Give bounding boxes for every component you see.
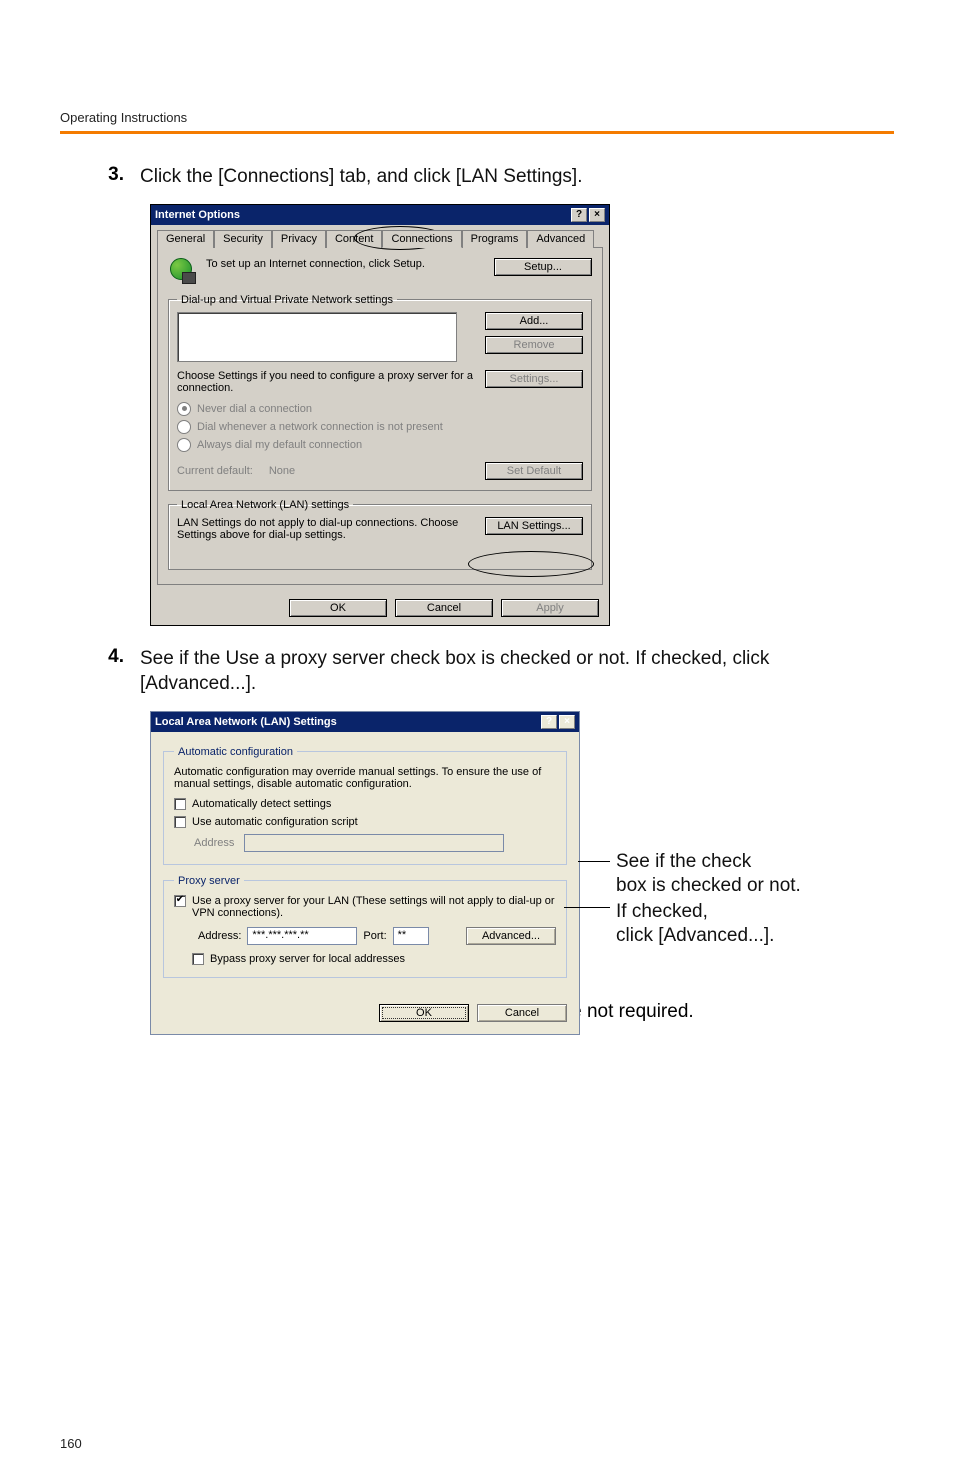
cb-bypass-row[interactable]: Bypass proxy server for local addresses [174, 953, 556, 965]
radio-whenever-row[interactable]: Dial whenever a network connection is no… [177, 420, 583, 434]
ok-button[interactable]: OK [289, 599, 387, 617]
dialup-vpn-group: Dial-up and Virtual Private Network sett… [168, 294, 592, 491]
internet-options-dialog: Internet Options ? × General Security Pr… [150, 204, 610, 626]
radio-icon [177, 438, 191, 452]
page-number: 160 [60, 1436, 82, 1451]
proxy-port-label: Port: [363, 930, 386, 942]
cancel-button[interactable]: Cancel [477, 1004, 567, 1022]
checkbox-icon [174, 816, 186, 828]
setup-hint: To set up an Internet connection, click … [206, 258, 484, 270]
page-header: Operating Instructions [60, 110, 894, 129]
apply-button[interactable]: Apply [501, 599, 599, 617]
globe-icon [168, 258, 198, 286]
advanced-button[interactable]: Advanced... [466, 927, 556, 945]
help-icon[interactable]: ? [541, 715, 557, 729]
lan-settings-dialog: Local Area Network (LAN) Settings ? × Au… [150, 711, 580, 1035]
tab-programs[interactable]: Programs [462, 230, 528, 248]
radio-never-row[interactable]: Never dial a connection [177, 402, 583, 416]
lan-group: Local Area Network (LAN) settings LAN Se… [168, 499, 592, 570]
header-rule [60, 131, 894, 134]
close-icon[interactable]: × [559, 715, 575, 729]
proxy-server-group: Proxy server Use a proxy server for your… [163, 875, 567, 978]
tab-content[interactable]: Content [326, 230, 383, 248]
dialup-vpn-legend: Dial-up and Virtual Private Network sett… [177, 294, 397, 306]
checkbox-icon [192, 953, 204, 965]
cb-detect-label: Automatically detect settings [192, 798, 331, 810]
annotation-line3: If checked, [616, 899, 708, 925]
help-icon[interactable]: ? [571, 208, 587, 222]
radio-icon [177, 420, 191, 434]
connections-panel: To set up an Internet connection, click … [157, 247, 603, 585]
proxy-address-label: Address: [198, 930, 241, 942]
choose-settings-text: Choose Settings if you need to configure… [177, 370, 475, 394]
step-4: 4. See if the Use a proxy server check b… [100, 646, 874, 697]
dialog2-title: Local Area Network (LAN) Settings [155, 716, 337, 728]
ok-button[interactable]: OK [379, 1004, 469, 1022]
radio-icon [177, 402, 191, 416]
tab-security[interactable]: Security [214, 230, 272, 248]
cb-script-row[interactable]: Use automatic configuration script [174, 816, 556, 828]
leader-line [564, 907, 610, 908]
dialog2-titlebar[interactable]: Local Area Network (LAN) Settings ? × [151, 712, 579, 732]
cb-useproxy-label: Use a proxy server for your LAN (These s… [192, 895, 556, 919]
radio-whenever-label: Dial whenever a network connection is no… [197, 421, 443, 433]
checkbox-icon [174, 895, 186, 907]
annotation-line4: click [Advanced...]. [616, 923, 774, 949]
checkbox-icon [174, 798, 186, 810]
cb-detect-row[interactable]: Automatically detect settings [174, 798, 556, 810]
step-3-text: Click the [Connections] tab, and click [… [140, 164, 583, 190]
current-default-value: None [269, 465, 295, 477]
script-address-input [244, 834, 504, 852]
lan-settings-button[interactable]: LAN Settings... [485, 517, 583, 535]
close-icon[interactable]: × [589, 208, 605, 222]
annotation-line2: box is checked or not. [616, 873, 801, 899]
auto-config-text: Automatic configuration may override man… [174, 766, 556, 790]
address-disabled-label: Address [194, 837, 244, 849]
radio-always-label: Always dial my default connection [197, 439, 362, 451]
dialup-listbox[interactable] [177, 312, 457, 362]
proxy-server-legend: Proxy server [174, 875, 244, 887]
dialog1-title: Internet Options [155, 209, 240, 221]
dialog1-titlebar[interactable]: Internet Options ? × [151, 205, 609, 225]
auto-config-legend: Automatic configuration [174, 746, 297, 758]
lan-group-legend: Local Area Network (LAN) settings [177, 499, 353, 511]
tab-advanced[interactable]: Advanced [527, 230, 594, 248]
current-default-label: Current default: [177, 465, 253, 477]
settings-button[interactable]: Settings... [485, 370, 583, 388]
step-4-text: See if the Use a proxy server check box … [140, 646, 874, 697]
tab-privacy[interactable]: Privacy [272, 230, 326, 248]
leader-line [578, 861, 610, 862]
setup-button[interactable]: Setup... [494, 258, 592, 276]
cancel-button[interactable]: Cancel [395, 599, 493, 617]
annotation-line1: See if the check [616, 849, 751, 875]
proxy-port-input[interactable]: ** [393, 927, 429, 945]
tab-connections[interactable]: Connections [382, 230, 461, 248]
proxy-address-input[interactable]: ***.***.***.** [247, 927, 357, 945]
radio-never-label: Never dial a connection [197, 403, 312, 415]
step-3-number: 3. [100, 164, 124, 190]
lan-text: LAN Settings do not apply to dial-up con… [177, 517, 475, 541]
step-3: 3. Click the [Connections] tab, and clic… [100, 164, 874, 190]
step-4-number: 4. [100, 646, 124, 697]
radio-always-row[interactable]: Always dial my default connection [177, 438, 583, 452]
cb-bypass-label: Bypass proxy server for local addresses [210, 953, 405, 965]
remove-button[interactable]: Remove [485, 336, 583, 354]
tabs-row: General Security Privacy Content Connect… [151, 225, 609, 247]
cb-useproxy-row[interactable]: Use a proxy server for your LAN (These s… [174, 895, 556, 919]
tab-general[interactable]: General [157, 230, 214, 248]
add-button[interactable]: Add... [485, 312, 583, 330]
auto-config-group: Automatic configuration Automatic config… [163, 746, 567, 865]
set-default-button[interactable]: Set Default [485, 462, 583, 480]
cb-script-label: Use automatic configuration script [192, 816, 358, 828]
